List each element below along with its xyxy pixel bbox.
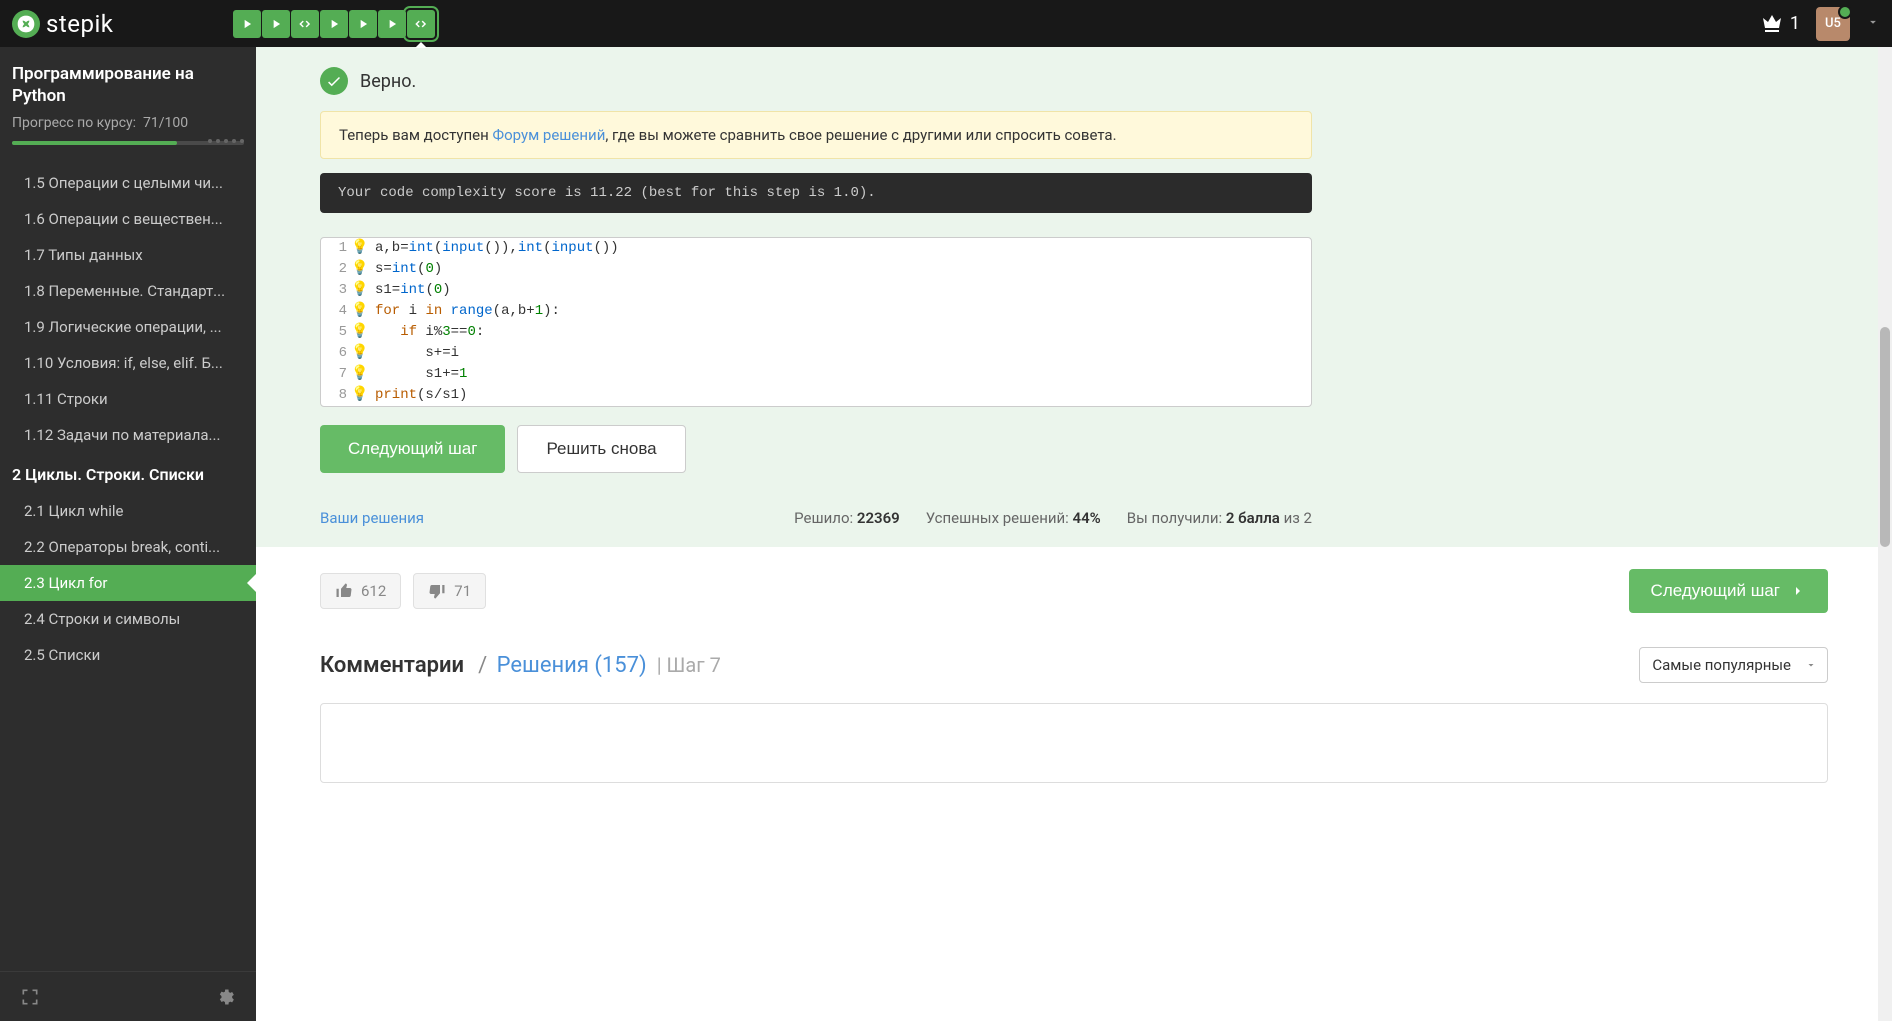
success-stat: Успешных решений: 44% — [926, 509, 1101, 527]
crown-count: 1 — [1790, 13, 1800, 34]
header: stepik 1 U5 — [0, 0, 1892, 47]
nav-item[interactable]: 1.9 Логические операции, ... — [0, 309, 256, 345]
comment-input[interactable] — [320, 703, 1828, 783]
action-buttons: Следующий шаг Решить снова — [320, 425, 1312, 473]
scrollbar-thumb[interactable] — [1880, 327, 1890, 547]
nav-item[interactable]: 1.6 Операции с веществен... — [0, 201, 256, 237]
steps-nav — [233, 10, 435, 38]
chevron-down-icon — [1805, 659, 1817, 671]
course-title: Программирование на Python — [12, 63, 244, 107]
retry-button[interactable]: Решить снова — [517, 425, 685, 473]
crown-counter[interactable]: 1 — [1760, 12, 1800, 36]
nav-item[interactable]: 1.5 Операции с целыми чи... — [0, 165, 256, 201]
step-3[interactable] — [291, 10, 319, 38]
code-line[interactable]: 1💡a,b=int(input()),int(input()) — [321, 238, 1311, 259]
check-icon — [320, 67, 348, 95]
code-line[interactable]: 4💡for i in range(a,b+1): — [321, 301, 1311, 322]
solutions-tab[interactable]: Решения (157) — [497, 653, 647, 678]
comments-header: Комментарии / Решения (157) | Шаг 7 Самы… — [320, 647, 1828, 683]
nav-item[interactable]: 1.10 Условия: if, else, elif. Б... — [0, 345, 256, 381]
step-7[interactable] — [407, 10, 435, 38]
step-5[interactable] — [349, 10, 377, 38]
chevron-right-icon — [1790, 583, 1806, 599]
forum-banner: Теперь вам доступен Форум решений, где в… — [320, 111, 1312, 159]
thumbs-up-icon — [335, 582, 353, 600]
user-menu-toggle[interactable] — [1866, 14, 1880, 33]
logo-text: stepik — [46, 10, 113, 38]
logo-icon — [12, 10, 40, 38]
nav-item[interactable]: 2.1 Цикл while — [0, 493, 256, 529]
step-4[interactable] — [320, 10, 348, 38]
gear-icon[interactable] — [216, 987, 236, 1007]
scrollbar[interactable] — [1878, 47, 1892, 1021]
next-step-button[interactable]: Следующий шаг — [320, 425, 505, 473]
header-right: 1 U5 — [1760, 7, 1880, 41]
points-stat: Вы получили: 2 балла из 2 — [1127, 509, 1312, 527]
nav-item[interactable]: 1.11 Строки — [0, 381, 256, 417]
sidebar: Программирование на Python Прогресс по к… — [0, 47, 256, 1021]
thumbs-down-icon — [428, 582, 446, 600]
step-1[interactable] — [233, 10, 261, 38]
progress-text: Прогресс по курсу: 71/100 — [12, 115, 244, 131]
logo[interactable]: stepik — [12, 10, 113, 38]
nav-item[interactable]: 2.3 Цикл for — [0, 565, 256, 601]
code-line[interactable]: 7💡 s1+=1 — [321, 364, 1311, 385]
nav-item[interactable]: 1.7 Типы данных — [0, 237, 256, 273]
result-correct: Верно. — [320, 59, 1376, 111]
dislike-button[interactable]: 71 — [413, 573, 486, 609]
sort-dropdown[interactable]: Самые популярные — [1639, 647, 1828, 683]
step-2[interactable] — [262, 10, 290, 38]
stats-row: Ваши решения Решило: 22369 Успешных реше… — [320, 493, 1312, 547]
nav-item[interactable]: 2.5 Списки — [0, 637, 256, 673]
course-header: Программирование на Python Прогресс по к… — [0, 47, 256, 153]
complexity-score: Your code complexity score is 11.22 (bes… — [320, 173, 1312, 213]
main-content: Верно. Теперь вам доступен Форум решений… — [256, 47, 1892, 1021]
code-line[interactable]: 5💡 if i%3==0: — [321, 322, 1311, 343]
code-editor[interactable]: 1💡a,b=int(input()),int(input())2💡s=int(0… — [320, 237, 1312, 407]
code-line[interactable]: 6💡 s+=i — [321, 343, 1311, 364]
fullscreen-icon[interactable] — [20, 987, 40, 1007]
nav-item[interactable]: 2.4 Строки и символы — [0, 601, 256, 637]
solved-stat: Решило: 22369 — [794, 509, 900, 527]
crown-icon — [1760, 12, 1784, 36]
forum-link[interactable]: Форум решений — [493, 126, 606, 144]
like-button[interactable]: 612 — [320, 573, 401, 609]
next-step-footer-button[interactable]: Следующий шаг — [1629, 569, 1828, 613]
user-avatar[interactable]: U5 — [1816, 7, 1850, 41]
sidebar-footer — [0, 971, 256, 1021]
footer-section: 612 71 Следующий шаг Комментарии / Решен… — [256, 547, 1892, 823]
step-6[interactable] — [378, 10, 406, 38]
code-line[interactable]: 2💡s=int(0) — [321, 259, 1311, 280]
nav-item[interactable]: 1.8 Переменные. Стандарт... — [0, 273, 256, 309]
progress-bar — [12, 141, 244, 145]
nav-section[interactable]: 2 Циклы. Строки. Списки — [0, 453, 256, 493]
code-line[interactable]: 8💡print(s/s1) — [321, 385, 1311, 406]
code-line[interactable]: 3💡s1=int(0) — [321, 280, 1311, 301]
correct-label: Верно. — [360, 71, 416, 92]
nav-item[interactable]: 1.12 Задачи по материала... — [0, 417, 256, 453]
nav-item[interactable]: 2.2 Операторы break, conti... — [0, 529, 256, 565]
your-solutions-link[interactable]: Ваши решения — [320, 509, 424, 527]
chevron-down-icon — [1866, 15, 1880, 29]
nav-list: 1.5 Операции с целыми чи...1.6 Операции … — [0, 165, 256, 673]
comments-tab[interactable]: Комментарии — [320, 653, 464, 678]
step-indicator: | Шаг 7 — [657, 653, 721, 677]
